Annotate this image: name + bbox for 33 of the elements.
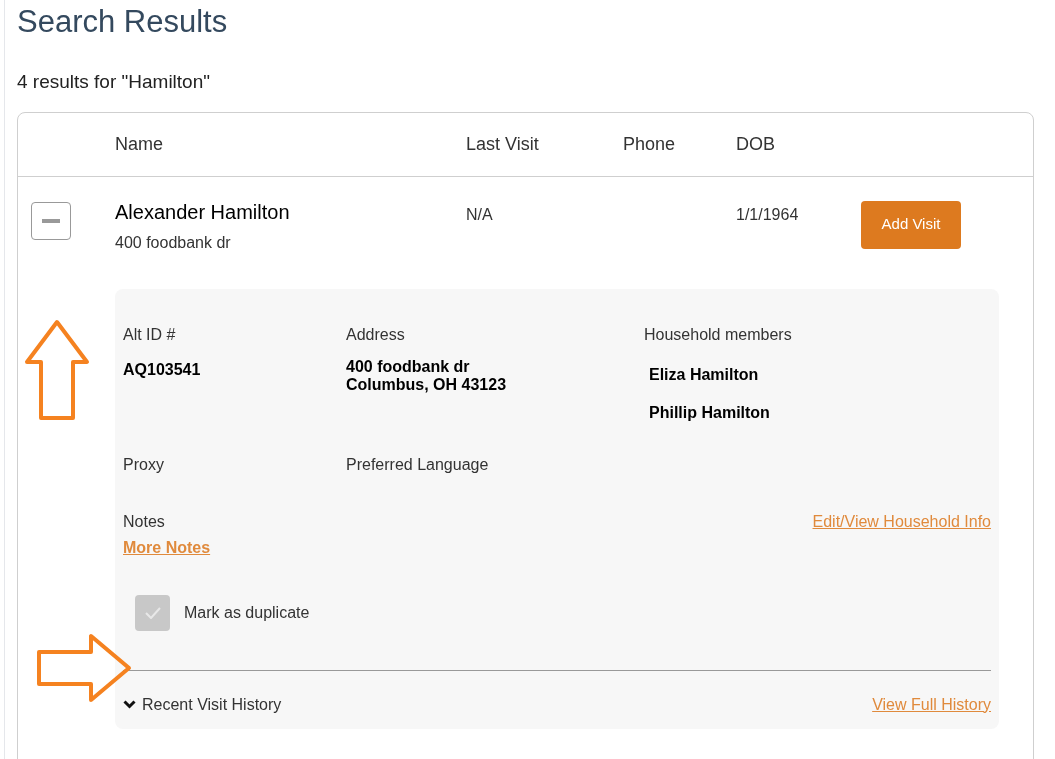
checkbox-label: Mark as duplicate — [184, 602, 310, 623]
full-history-link[interactable]: View Full History — [872, 692, 991, 717]
results-count: 4 results for "Hamilton" — [17, 70, 210, 94]
more-notes-link[interactable]: More Notes — [123, 535, 211, 560]
field-label: Alt ID # — [123, 324, 176, 345]
person-address: 400 foodbank dr — [115, 232, 231, 253]
chevron-down-icon — [123, 700, 136, 709]
minus-icon — [42, 218, 60, 223]
right-arrow-icon — [36, 632, 132, 703]
edit-household-link[interactable]: Edit/View Household Info — [812, 509, 991, 534]
up-arrow-icon — [24, 318, 90, 421]
add-visit-button[interactable]: Add Visit — [861, 200, 961, 249]
column-header: DOB — [736, 133, 775, 154]
field-label: Preferred Language — [346, 454, 489, 475]
field-label: Notes — [123, 511, 165, 532]
column-header: Name — [115, 133, 163, 154]
field-label: Address — [346, 324, 405, 345]
column-header: Last Visit — [466, 133, 539, 154]
visit-history-toggle[interactable]: Recent Visit History — [123, 692, 282, 717]
household-member: Phillip Hamilton — [648, 402, 770, 423]
expand-toggle[interactable] — [31, 201, 71, 240]
field-value: AQ103541 — [123, 359, 201, 380]
field-label: Household members — [644, 324, 792, 345]
page-title: Search Results — [17, 4, 229, 40]
table-cell: 1/1/1964 — [736, 205, 799, 223]
column-header: Phone — [623, 133, 676, 154]
check-icon — [144, 606, 161, 619]
field-label: Proxy — [123, 454, 164, 475]
table-cell: N/A — [466, 205, 493, 223]
field-value: 400 foodbank dr Columbus, OH 43123 — [346, 357, 507, 394]
household-member: Eliza Hamilton — [648, 364, 759, 385]
person-name: Alexander Hamilton — [115, 199, 290, 225]
duplicate-checkbox[interactable] — [135, 594, 170, 631]
